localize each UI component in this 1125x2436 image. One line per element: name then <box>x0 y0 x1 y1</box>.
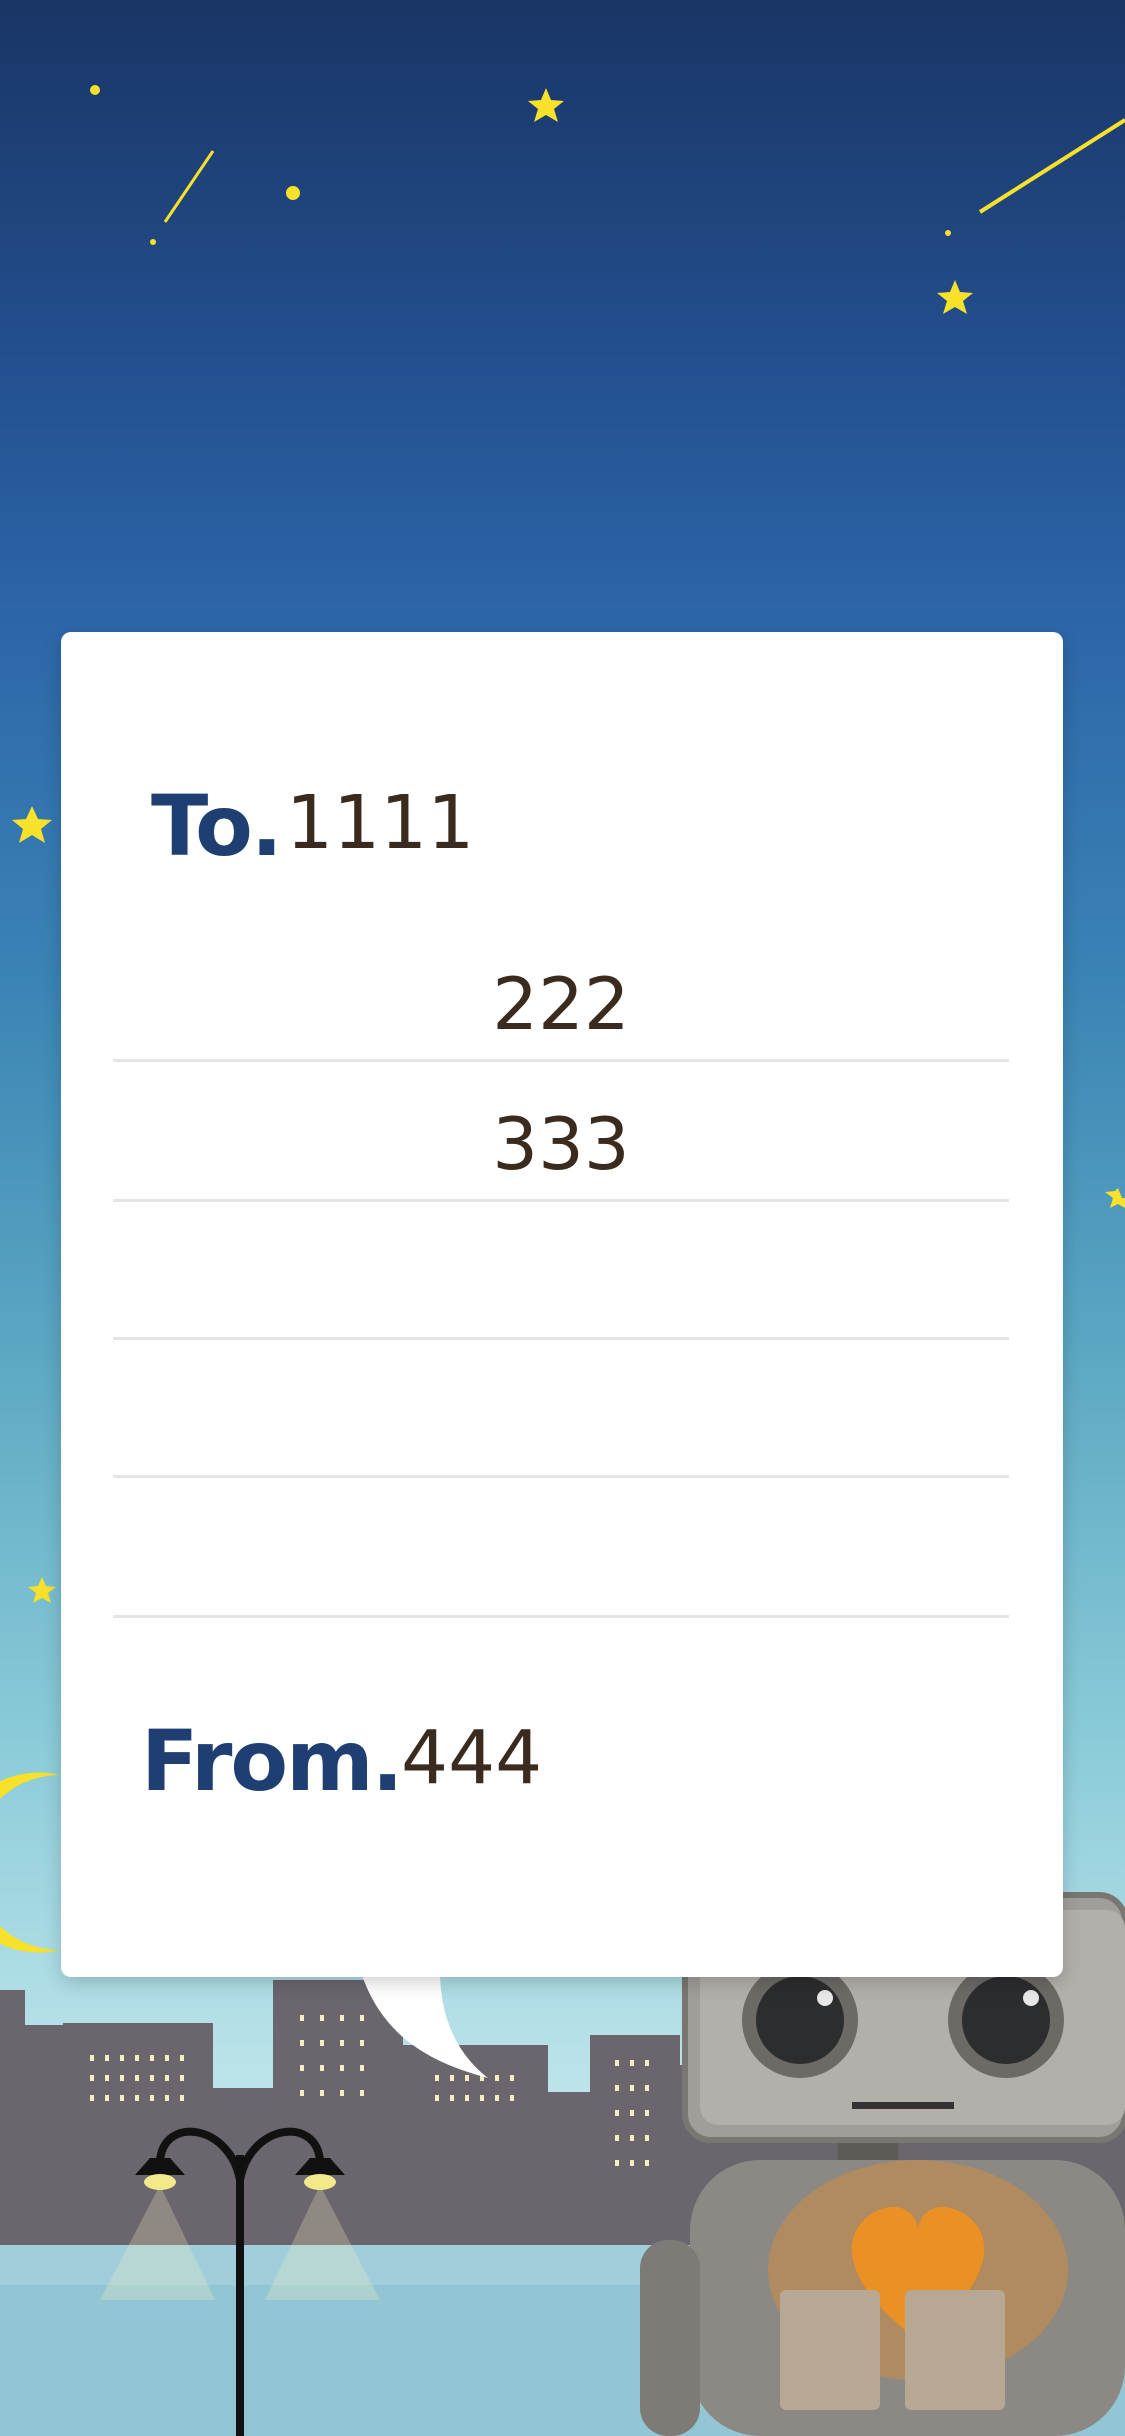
sender-name: 444 <box>401 1715 543 1801</box>
recipient-name: 1111 <box>286 780 475 866</box>
from-label: From. <box>141 1712 404 1810</box>
moon-icon <box>0 1772 60 1953</box>
shooting-star-icon <box>163 150 215 223</box>
background-scene: To. 1111 222 333 From. 444 <box>0 0 1125 2436</box>
star-dot-icon <box>286 186 300 200</box>
to-label: To. <box>151 777 283 875</box>
ruled-line <box>113 1199 1009 1202</box>
star-icon <box>12 806 52 843</box>
star-icon <box>937 280 973 314</box>
star-dot-icon <box>90 85 100 95</box>
ruled-line <box>113 1475 1009 1478</box>
ruled-line <box>113 1337 1009 1340</box>
message-line-1: 222 <box>492 962 630 1046</box>
message-line-2: 333 <box>492 1102 630 1186</box>
star-icon <box>528 88 564 122</box>
star-icon <box>1105 1188 1125 1208</box>
star-icon <box>28 1577 56 1603</box>
ruled-line <box>113 1615 1009 1618</box>
ruled-line <box>113 1059 1009 1062</box>
letter-card: To. 1111 222 333 From. 444 <box>61 632 1063 1977</box>
star-dot-icon <box>150 239 156 245</box>
star-dot-icon <box>945 230 951 236</box>
shooting-star-icon <box>978 118 1125 214</box>
